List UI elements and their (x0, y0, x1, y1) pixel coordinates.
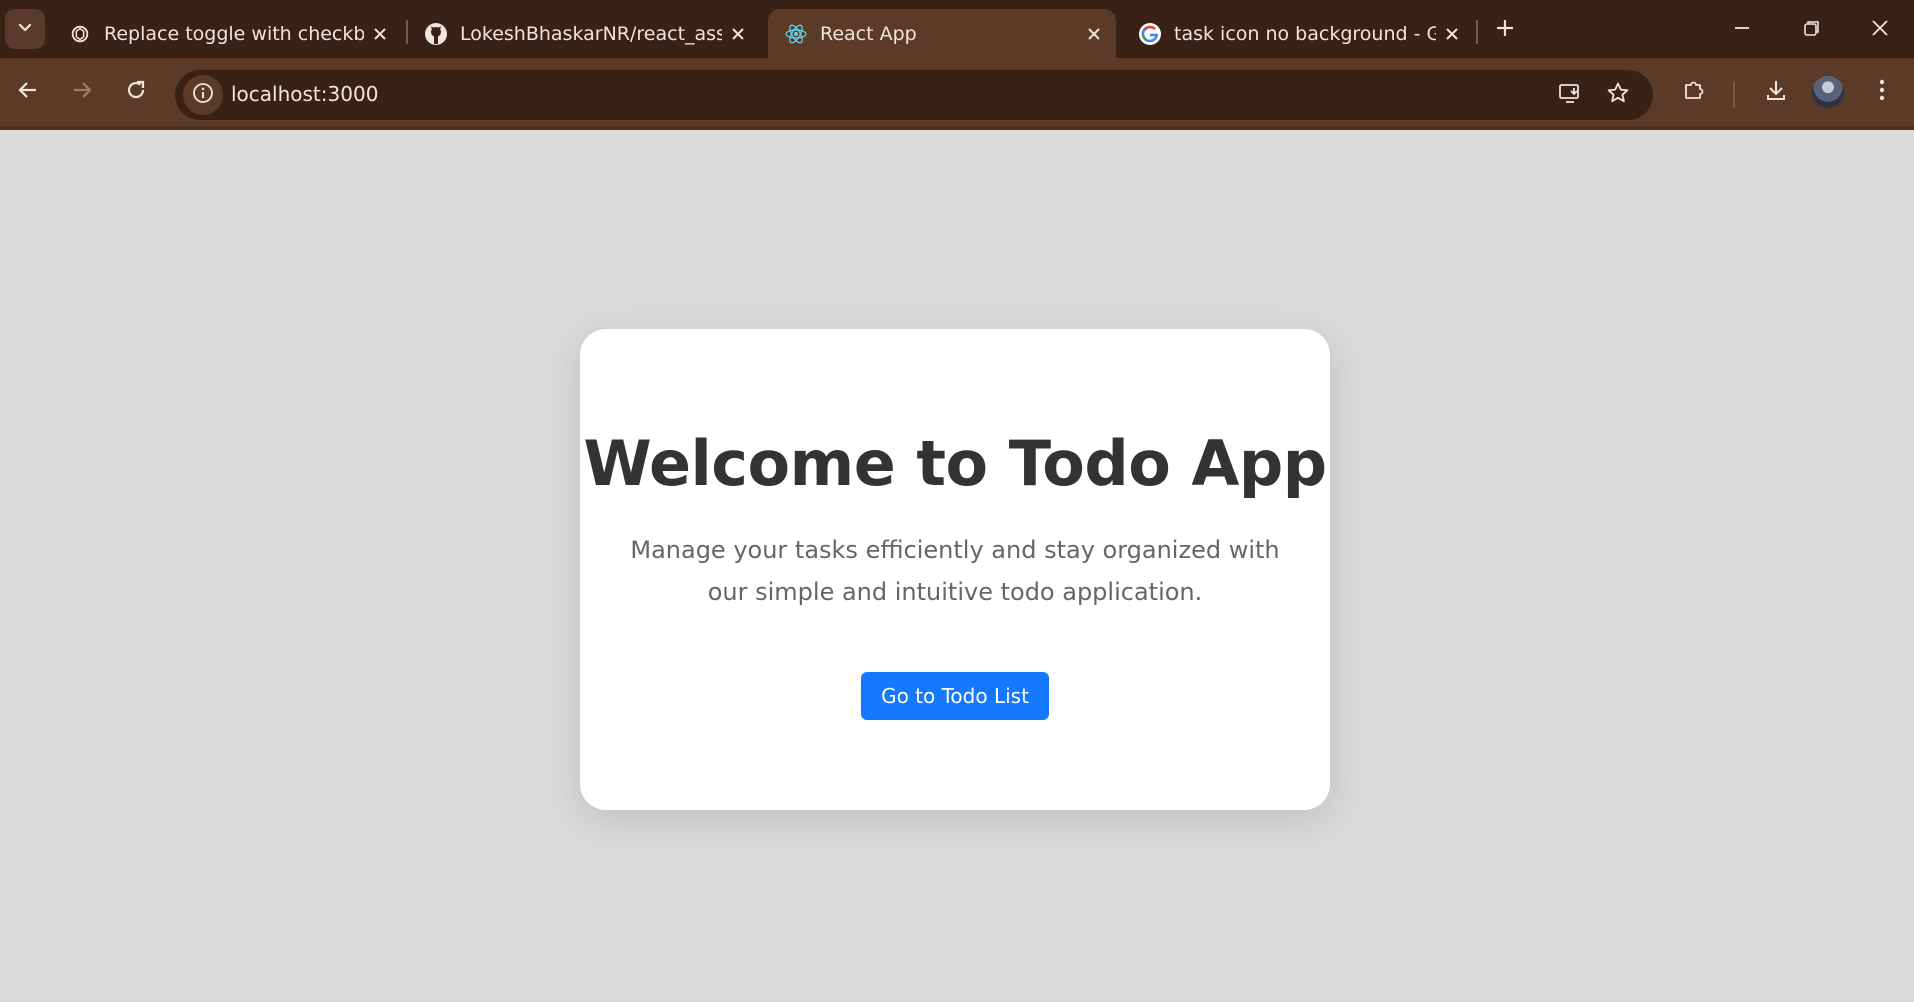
chevron-down-icon (16, 18, 34, 40)
close-icon[interactable] (722, 18, 754, 50)
go-to-todo-list-button[interactable]: Go to Todo List (861, 672, 1049, 720)
bookmark-button[interactable] (1599, 76, 1637, 114)
google-icon (1138, 22, 1162, 46)
star-icon (1606, 81, 1630, 109)
tab-title: task icon no background - Goog (1174, 23, 1436, 45)
close-icon[interactable] (1436, 18, 1468, 50)
tab-search-button[interactable] (5, 9, 45, 49)
arrow-right-icon (71, 79, 93, 105)
github-icon (424, 22, 448, 46)
downloads-button[interactable] (1756, 72, 1796, 112)
url-text: localhost:3000 (231, 82, 379, 106)
extensions-button[interactable] (1674, 72, 1714, 112)
tab-replace-toggle[interactable]: Replace toggle with checkbox (52, 9, 402, 59)
close-icon[interactable] (1078, 18, 1110, 50)
tab-google-search[interactable]: task icon no background - Goog (1122, 9, 1474, 59)
download-icon (1764, 78, 1788, 106)
toolbar-separator (1733, 82, 1735, 108)
browser-menu-button[interactable] (1862, 72, 1902, 112)
kebab-menu-icon (1878, 78, 1886, 106)
plus-icon (1495, 18, 1515, 42)
tab-title: React App (820, 23, 917, 45)
tab-github-repo[interactable]: LokeshBhaskarNR/react_assignm (408, 9, 760, 59)
address-bar[interactable]: localhost:3000 (175, 70, 1653, 120)
tab-react-app[interactable]: React App (768, 9, 1116, 59)
install-app-button[interactable] (1551, 76, 1589, 114)
react-icon (784, 22, 808, 46)
restore-icon (1803, 19, 1821, 41)
reload-button[interactable] (116, 72, 156, 112)
minimize-button[interactable] (1722, 10, 1762, 50)
arrow-left-icon (17, 79, 39, 105)
close-icon[interactable] (364, 18, 396, 50)
restore-button[interactable] (1792, 10, 1832, 50)
reload-icon (125, 79, 147, 105)
info-icon (192, 82, 214, 108)
back-button[interactable] (8, 72, 48, 112)
forward-button[interactable] (62, 72, 102, 112)
close-icon (1871, 19, 1889, 41)
tab-title: LokeshBhaskarNR/react_assignm (460, 23, 722, 45)
chatgpt-icon (68, 22, 92, 46)
tab-separator (1476, 20, 1478, 44)
tab-title: Replace toggle with checkbox (104, 23, 364, 45)
puzzle-icon (1682, 78, 1706, 106)
welcome-card: Welcome to Todo App Manage your tasks ef… (580, 329, 1330, 810)
browser-toolbar: localhost:3000 (0, 58, 1914, 130)
page-title: Welcome to Todo App (583, 427, 1327, 500)
page-description: Manage your tasks efficiently and stay o… (630, 536, 1280, 606)
profile-avatar[interactable] (1812, 76, 1844, 108)
install-icon (1558, 81, 1582, 109)
minimize-icon (1733, 19, 1751, 41)
new-tab-button[interactable] (1488, 13, 1522, 47)
site-info-button[interactable] (183, 75, 223, 115)
close-window-button[interactable] (1860, 10, 1900, 50)
tab-strip: Replace toggle with checkbox LokeshBhask… (0, 0, 1914, 62)
